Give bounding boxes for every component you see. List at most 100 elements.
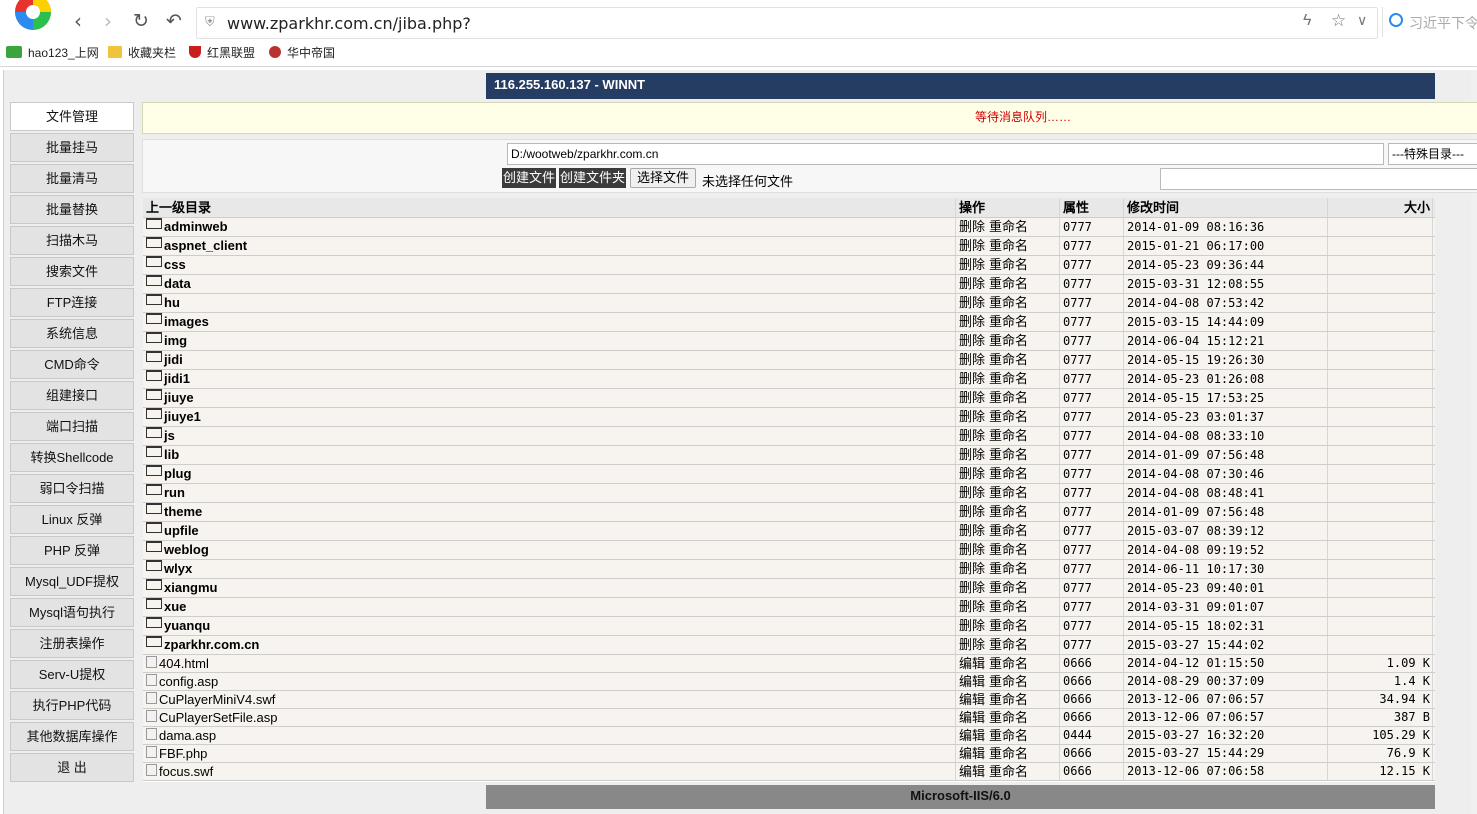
sidebar-item[interactable]: 组建接口 [10, 381, 134, 410]
perm-cell[interactable]: 0777 [1061, 427, 1124, 445]
delete-link[interactable]: 删除 [959, 542, 985, 557]
rename-link[interactable]: 重命名 [989, 523, 1028, 538]
perm-cell[interactable]: 0777 [1061, 598, 1124, 616]
rename-link[interactable]: 重命名 [989, 219, 1028, 234]
perm-cell[interactable]: 0777 [1061, 256, 1124, 274]
dir-link[interactable]: run [164, 485, 185, 500]
sidebar-item[interactable]: 批量替换 [10, 195, 134, 224]
bookmark-hongheilianmeng[interactable]: 红黑联盟 [189, 44, 255, 61]
dir-link[interactable]: data [164, 276, 191, 291]
delete-link[interactable]: 删除 [959, 371, 985, 386]
chevron-down-icon[interactable]: ∨ [1357, 12, 1367, 29]
perm-cell[interactable]: 0777 [1061, 408, 1124, 426]
sidebar-item[interactable]: CMD命令 [10, 350, 134, 379]
rename-link[interactable]: 重命名 [989, 561, 1028, 576]
sidebar-item[interactable]: Serv-U提权 [10, 660, 134, 689]
file-link[interactable]: dama.asp [159, 728, 216, 743]
edit-link[interactable]: 编辑 [959, 692, 985, 707]
sidebar-item[interactable]: 注册表操作 [10, 629, 134, 658]
perm-cell[interactable]: 0777 [1061, 636, 1124, 654]
upload-field[interactable] [1160, 168, 1477, 190]
rename-link[interactable]: 重命名 [989, 599, 1028, 614]
rename-link[interactable]: 重命名 [989, 618, 1028, 633]
parent-dir-link[interactable]: 上一级目录 [143, 198, 956, 217]
rename-link[interactable]: 重命名 [989, 764, 1028, 779]
dir-link[interactable]: adminweb [164, 219, 228, 234]
rename-link[interactable]: 重命名 [989, 295, 1028, 310]
rename-link[interactable]: 重命名 [989, 238, 1028, 253]
dir-link[interactable]: upfile [164, 523, 199, 538]
search-box[interactable]: 习近平下令 [1382, 7, 1477, 37]
delete-link[interactable]: 删除 [959, 466, 985, 481]
dir-link[interactable]: jidi1 [164, 371, 190, 386]
dir-link[interactable]: jiuye [164, 390, 194, 405]
delete-link[interactable]: 删除 [959, 428, 985, 443]
bookmark-hao123[interactable]: hao123_上网 [6, 44, 99, 61]
file-link[interactable]: config.asp [159, 674, 218, 689]
create-folder-button[interactable]: 创建文件夹 [559, 168, 627, 188]
rename-link[interactable]: 重命名 [989, 710, 1028, 725]
delete-link[interactable]: 删除 [959, 485, 985, 500]
sidebar-item[interactable]: PHP 反弹 [10, 536, 134, 565]
reload-icon[interactable]: ↻ [133, 10, 149, 32]
perm-cell[interactable]: 0666 [1061, 673, 1124, 690]
edit-link[interactable]: 编辑 [959, 728, 985, 743]
sidebar-item[interactable]: 其他数据库操作 [10, 722, 134, 751]
delete-link[interactable]: 删除 [959, 390, 985, 405]
back-icon[interactable]: ‹ [74, 10, 82, 32]
rename-link[interactable]: 重命名 [989, 390, 1028, 405]
sidebar-item[interactable]: 批量挂马 [10, 133, 134, 162]
special-dir-select[interactable]: ---特殊目录--- [1388, 143, 1477, 165]
lightning-icon[interactable]: ϟ [1303, 12, 1311, 30]
delete-link[interactable]: 删除 [959, 447, 985, 462]
perm-cell[interactable]: 0777 [1061, 294, 1124, 312]
sidebar-item[interactable]: Linux 反弹 [10, 505, 134, 534]
delete-link[interactable]: 删除 [959, 238, 985, 253]
dir-link[interactable]: images [164, 314, 209, 329]
dir-link[interactable]: jiuye1 [164, 409, 201, 424]
perm-cell[interactable]: 0777 [1061, 617, 1124, 635]
dir-link[interactable]: xue [164, 599, 186, 614]
delete-link[interactable]: 删除 [959, 580, 985, 595]
sidebar-item[interactable]: 扫描木马 [10, 226, 134, 255]
sidebar-item[interactable]: 搜索文件 [10, 257, 134, 286]
perm-cell[interactable]: 0777 [1061, 370, 1124, 388]
perm-cell[interactable]: 0444 [1061, 727, 1124, 744]
bookmark-favorites[interactable]: 收藏夹栏 [108, 44, 176, 61]
perm-cell[interactable]: 0777 [1061, 484, 1124, 502]
dir-link[interactable]: aspnet_client [164, 238, 247, 253]
sidebar-item[interactable]: FTP连接 [10, 288, 134, 317]
delete-link[interactable]: 删除 [959, 333, 985, 348]
delete-link[interactable]: 删除 [959, 219, 985, 234]
rename-link[interactable]: 重命名 [989, 371, 1028, 386]
perm-cell[interactable]: 0666 [1061, 655, 1124, 672]
delete-link[interactable]: 删除 [959, 314, 985, 329]
perm-cell[interactable]: 0777 [1061, 503, 1124, 521]
delete-link[interactable]: 删除 [959, 352, 985, 367]
rename-link[interactable]: 重命名 [989, 504, 1028, 519]
star-icon[interactable]: ☆ [1331, 11, 1346, 31]
dir-link[interactable]: zparkhr.com.cn [164, 637, 259, 652]
delete-link[interactable]: 删除 [959, 409, 985, 424]
rename-link[interactable]: 重命名 [989, 409, 1028, 424]
dir-link[interactable]: plug [164, 466, 191, 481]
perm-cell[interactable]: 0666 [1061, 763, 1124, 780]
rename-link[interactable]: 重命名 [989, 466, 1028, 481]
sidebar-item[interactable]: 退 出 [10, 753, 134, 782]
perm-cell[interactable]: 0777 [1061, 541, 1124, 559]
rename-link[interactable]: 重命名 [989, 542, 1028, 557]
delete-link[interactable]: 删除 [959, 599, 985, 614]
delete-link[interactable]: 删除 [959, 637, 985, 652]
sidebar-item[interactable]: Mysql_UDF提权 [10, 567, 134, 596]
dir-link[interactable]: js [164, 428, 175, 443]
perm-cell[interactable]: 0777 [1061, 237, 1124, 255]
delete-link[interactable]: 删除 [959, 504, 985, 519]
sidebar-item[interactable]: 执行PHP代码 [10, 691, 134, 720]
sidebar-item[interactable]: 批量清马 [10, 164, 134, 193]
delete-link[interactable]: 删除 [959, 295, 985, 310]
dir-link[interactable]: jidi [164, 352, 183, 367]
rename-link[interactable]: 重命名 [989, 352, 1028, 367]
dir-link[interactable]: yuanqu [164, 618, 210, 633]
delete-link[interactable]: 删除 [959, 523, 985, 538]
dir-link[interactable]: hu [164, 295, 180, 310]
